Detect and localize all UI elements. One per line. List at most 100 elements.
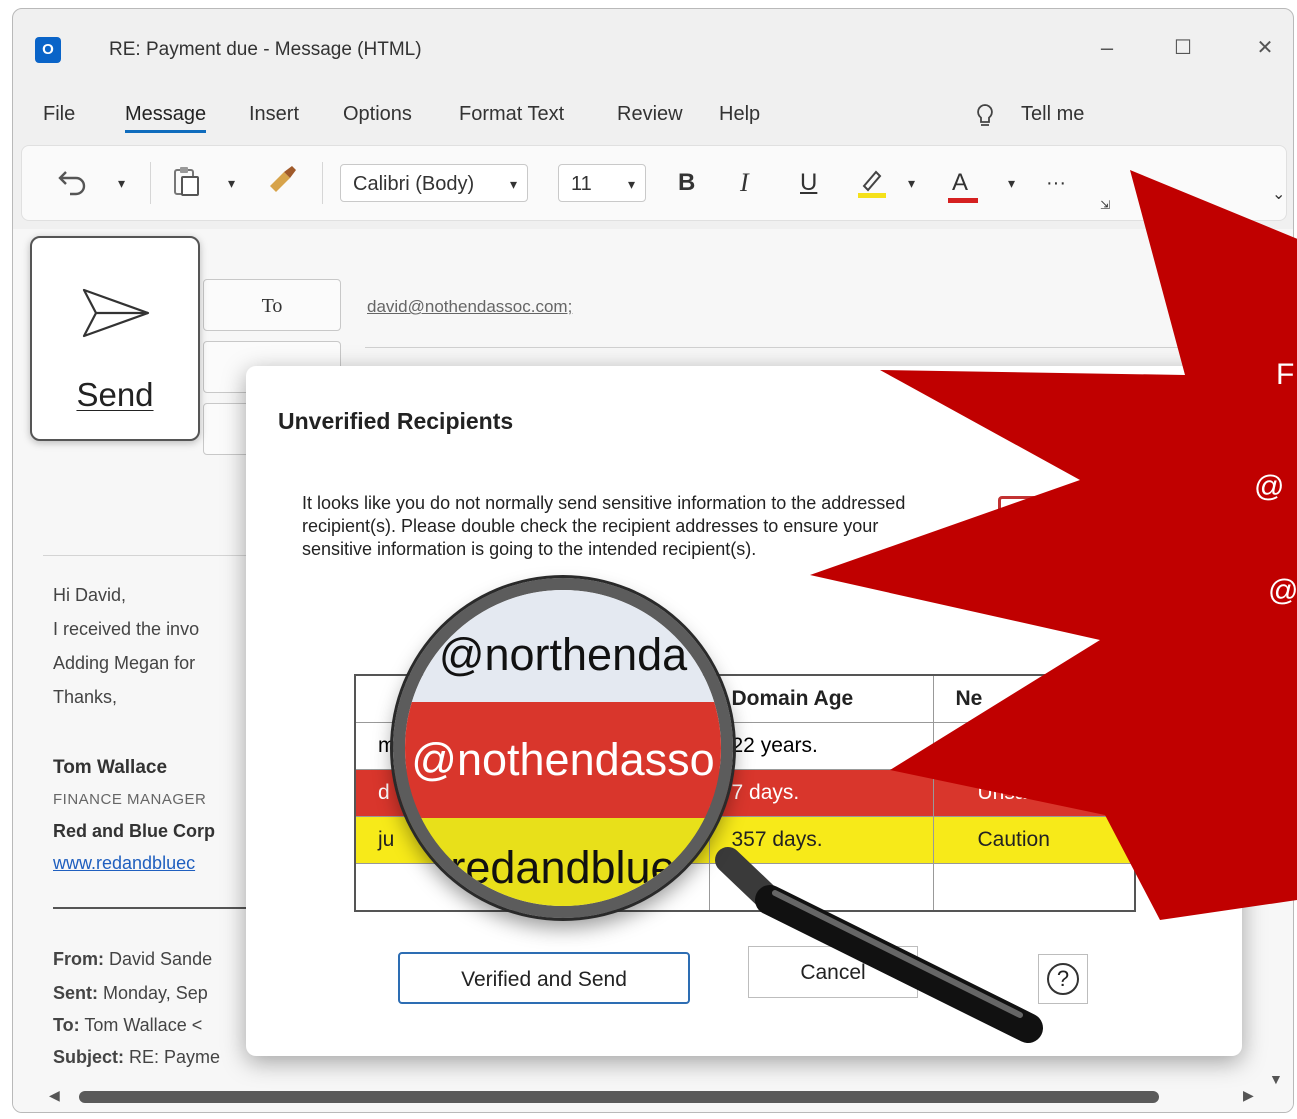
lightbulb-icon[interactable]	[975, 103, 995, 135]
horizontal-scrollbar[interactable]: ◀ ▶	[43, 1083, 1263, 1109]
bold-button[interactable]: B	[678, 164, 695, 202]
empty-cell	[932, 863, 1136, 912]
dialog-title: Unverified Recipients	[278, 408, 514, 434]
quoted-to: To: Tom Wallace <	[53, 1015, 202, 1036]
undo-icon[interactable]	[56, 164, 90, 202]
maximize-button[interactable]: ☐	[1163, 33, 1203, 63]
window-title: RE: Payment due - Message (HTML)	[109, 39, 422, 60]
signature-role: FINANCE MANAGER	[53, 791, 207, 808]
scroll-right-arrow-icon[interactable]: ▶	[1243, 1087, 1254, 1104]
quoted-subject-value: RE: Payme	[129, 1047, 221, 1067]
send-button-callout[interactable]: Send	[30, 236, 200, 441]
body-greeting: Hi David,	[53, 585, 127, 605]
quoted-from-value: David Sande	[109, 949, 213, 969]
font-color-dropdown-icon[interactable]: ▾	[1008, 164, 1015, 202]
quote-divider	[53, 907, 273, 909]
quoted-sent-value: Monday, Sep	[103, 983, 208, 1003]
send-label: Send	[76, 376, 154, 413]
help-icon: ?	[1047, 963, 1079, 995]
dialog-launcher-icon[interactable]: ⇲	[1100, 186, 1110, 224]
magnified-line-3: redandblue	[405, 818, 721, 906]
cancel-button[interactable]: Cancel	[748, 946, 918, 998]
font-color-button[interactable]: A	[948, 164, 978, 203]
domain-age-cell: 357 days.	[708, 816, 934, 865]
recipient-address[interactable]: david@nothendassoc.com;	[367, 297, 572, 317]
signature-company: Red and Blue Corp	[53, 821, 216, 841]
quoted-sent-label: Sent:	[53, 983, 98, 1003]
quoted-subject-label: Subject:	[53, 1047, 125, 1067]
status-cell: Unsafe	[932, 768, 1136, 818]
signature-name: Tom Wallace	[53, 757, 168, 778]
font-size-dropdown[interactable]: 11 ▾	[558, 164, 646, 202]
quoted-from-label: From:	[53, 949, 104, 969]
tab-insert[interactable]: Insert	[249, 103, 299, 126]
quoted-to-value: Tom Wallace <	[84, 1015, 203, 1035]
to-button[interactable]: To	[203, 279, 341, 331]
tab-file[interactable]: File	[43, 103, 75, 126]
domain-age-cell: 22 years.	[708, 721, 934, 770]
empty-cell	[708, 863, 934, 912]
tab-message[interactable]: Message	[125, 103, 207, 133]
help-button[interactable]: ?	[1038, 954, 1088, 1004]
verified-and-send-button[interactable]: Verified and Send	[398, 952, 690, 1004]
send-arrow-icon	[82, 288, 150, 338]
magnifying-glass-icon: @northenda @nothendasso redandblue	[393, 578, 733, 918]
tab-options[interactable]: Options	[343, 103, 412, 126]
body-line-2: Adding Megan for	[53, 653, 196, 673]
scroll-left-arrow-icon[interactable]: ◀	[49, 1087, 60, 1104]
signature-link[interactable]: www.redandbluec	[53, 853, 195, 874]
starburst-text-1: F	[1276, 358, 1295, 391]
highlight-dropdown-icon[interactable]: ▾	[908, 164, 915, 202]
font-name-value: Calibri (Body)	[353, 173, 475, 195]
paste-dropdown-icon[interactable]: ▾	[228, 164, 235, 202]
font-size-value: 11	[571, 173, 592, 195]
tab-help[interactable]: Help	[719, 103, 760, 126]
domain-age-cell: 7 days.	[708, 768, 934, 818]
body-line-1: I received the invo	[53, 619, 200, 639]
tab-format-text[interactable]: Format Text	[459, 103, 564, 126]
underline-button[interactable]: U	[800, 164, 817, 202]
quoted-to-label: To:	[53, 1015, 80, 1035]
ribbon-tabs: File Message Insert Options Format Text …	[13, 97, 1293, 137]
title-bar: O RE: Payment due - Message (HTML) – ☐ ✕	[13, 9, 1293, 83]
magnified-line-1: @northenda	[405, 590, 721, 702]
close-button[interactable]: ✕	[1245, 33, 1285, 63]
format-painter-icon[interactable]	[266, 164, 298, 202]
scroll-down-arrow-icon[interactable]: ▼	[1269, 1071, 1283, 1087]
chevron-down-icon: ▾	[509, 176, 517, 192]
quoted-subject: Subject: RE: Payme	[53, 1047, 220, 1068]
highlight-icon[interactable]	[854, 164, 890, 202]
minimize-button[interactable]: –	[1087, 33, 1127, 63]
ribbon-collapse-icon[interactable]: ⌄	[1272, 176, 1285, 214]
starburst-text-3: @	[1268, 574, 1297, 607]
undo-dropdown-icon[interactable]: ▾	[118, 164, 125, 202]
starburst-text-2: @	[1254, 470, 1285, 503]
more-commands-button[interactable]: ···	[1046, 164, 1066, 202]
font-color-letter: A	[952, 169, 969, 196]
vertical-scrollbar[interactable]: ▼	[1263, 709, 1289, 1109]
ribbon-separator	[150, 162, 151, 204]
horizontal-scroll-thumb[interactable]	[79, 1091, 1159, 1103]
body-line-3: Thanks,	[53, 687, 118, 707]
ribbon-separator	[322, 162, 323, 204]
unverified-recipients-dialog: Unverified Recipients It looks like you …	[246, 366, 1242, 1056]
quoted-sent: Sent: Monday, Sep	[53, 983, 208, 1004]
status-cell	[932, 721, 1136, 770]
dialog-message: It looks like you do not normally send s…	[302, 493, 906, 559]
column-header-status: Ne	[932, 674, 1136, 723]
tell-me-search[interactable]: Tell me	[1021, 103, 1084, 126]
paste-icon[interactable]	[172, 164, 202, 202]
status-cell: Caution	[932, 816, 1136, 865]
shield-icon	[998, 496, 1048, 532]
column-header-domain-age: Domain Age	[708, 674, 934, 723]
to-field-underline	[365, 347, 1265, 348]
tab-review[interactable]: Review	[617, 103, 683, 126]
italic-button[interactable]: I	[740, 164, 749, 202]
chevron-down-icon: ▾	[627, 176, 635, 192]
font-name-dropdown[interactable]: Calibri (Body) ▾	[340, 164, 528, 202]
quoted-from: From: David Sande	[53, 949, 212, 970]
magnified-line-2: @nothendasso	[405, 702, 721, 818]
vertical-scroll-thumb[interactable]	[1271, 719, 1283, 889]
outlook-app-icon: O	[35, 37, 61, 63]
ribbon-toolbar: ▾ ▾ Calibri (Body) ▾ 11 ▾ B I U ▾ A ▾ ··…	[21, 145, 1287, 221]
